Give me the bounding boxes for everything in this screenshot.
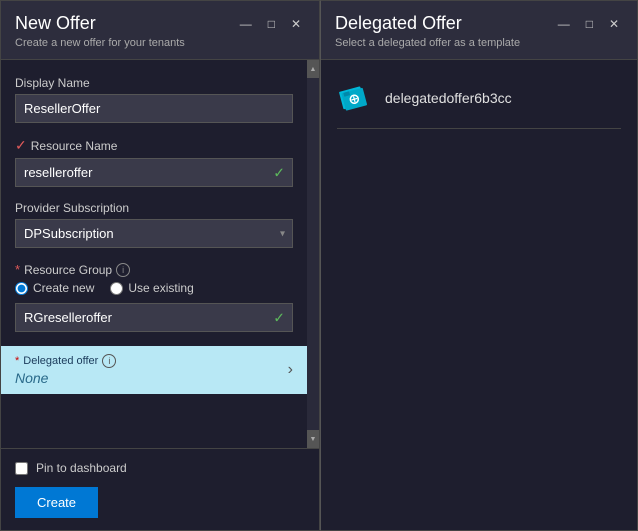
resource-group-radio-group: Create new Use existing (15, 281, 293, 295)
left-panel-subtitle: Create a new offer for your tenants (15, 37, 305, 49)
left-panel-header: New Offer — □ ✕ Create a new offer for y… (1, 1, 319, 60)
offer-icon (337, 80, 373, 116)
right-panel-title-row: Delegated Offer — □ ✕ (335, 13, 623, 34)
resource-name-required: ✓ (15, 137, 27, 154)
resource-group-label: * Resource Group i (15, 262, 293, 277)
delegated-offer-label: * Delegated offer i (15, 354, 116, 368)
right-title-controls: — □ ✕ (554, 16, 623, 32)
resource-name-input-wrapper: ✓ (15, 158, 293, 187)
scroll-track (307, 78, 319, 430)
delegated-offer-left: * Delegated offer i None (15, 354, 116, 386)
offer-item[interactable]: delegatedoffer6b3cc (337, 80, 621, 129)
radio-use-existing[interactable]: Use existing (110, 281, 193, 295)
offer-name: delegatedoffer6b3cc (385, 90, 512, 106)
display-name-group: Display Name (15, 76, 293, 123)
right-minimize-btn[interactable]: — (554, 16, 574, 32)
pin-to-dashboard-row: Pin to dashboard (15, 461, 305, 475)
left-title-controls: — □ ✕ (236, 16, 305, 32)
scroll-up-button[interactable]: ▲ (307, 60, 319, 78)
pin-to-dashboard-label: Pin to dashboard (36, 461, 127, 475)
pin-to-dashboard-checkbox[interactable] (15, 462, 28, 475)
left-scroll-area: Display Name ✓ Resource Name ✓ (1, 60, 319, 448)
provider-subscription-label: Provider Subscription (15, 201, 293, 215)
right-close-btn[interactable]: ✕ (605, 16, 623, 32)
right-maximize-btn[interactable]: □ (582, 16, 597, 32)
resource-group-group: * Resource Group i Create new Use existi… (15, 262, 293, 332)
delegated-offer-panel: Delegated Offer — □ ✕ Select a delegated… (320, 0, 638, 531)
resource-group-input-wrapper: ✓ (15, 303, 293, 332)
resource-name-check-icon: ✓ (273, 164, 285, 181)
display-name-input-wrapper (15, 94, 293, 123)
left-close-btn[interactable]: ✕ (287, 16, 305, 32)
radio-use-existing-input[interactable] (110, 282, 123, 295)
resource-group-required-star: * (15, 262, 20, 277)
delegated-offer-arrow-icon: › (288, 361, 293, 379)
resource-group-input[interactable] (15, 303, 293, 332)
left-maximize-btn[interactable]: □ (264, 16, 279, 32)
scroll-down-button[interactable]: ▼ (307, 430, 319, 448)
resource-name-label: ✓ Resource Name (15, 137, 293, 154)
left-panel-title-row: New Offer — □ ✕ (15, 13, 305, 34)
resource-group-info-icon[interactable]: i (116, 263, 130, 277)
right-panel-subtitle: Select a delegated offer as a template (335, 37, 623, 49)
resource-name-input[interactable] (15, 158, 293, 187)
left-panel-footer: Pin to dashboard Create (1, 448, 319, 530)
left-scroll-content: Display Name ✓ Resource Name ✓ (1, 60, 307, 448)
left-panel-title: New Offer (15, 13, 96, 34)
right-panel-content: delegatedoffer6b3cc (321, 60, 637, 149)
radio-create-new-input[interactable] (15, 282, 28, 295)
new-offer-panel: New Offer — □ ✕ Create a new offer for y… (0, 0, 320, 531)
right-panel-title: Delegated Offer (335, 13, 462, 34)
left-custom-scrollbar: ▲ ▼ (307, 60, 319, 448)
left-minimize-btn[interactable]: — (236, 16, 256, 32)
display-name-label: Display Name (15, 76, 293, 90)
right-panel-header: Delegated Offer — □ ✕ Select a delegated… (321, 1, 637, 60)
delegated-offer-section: * Delegated offer i None › (1, 346, 307, 394)
delegated-offer-value: None (15, 370, 116, 386)
display-name-input[interactable] (15, 94, 293, 123)
create-button[interactable]: Create (15, 487, 98, 518)
offer-icon-container (337, 80, 373, 116)
provider-subscription-select-wrapper: DPSubscription ▾ (15, 219, 293, 248)
delegated-offer-field[interactable]: * Delegated offer i None › (1, 346, 307, 394)
delegated-offer-required-star: * (15, 355, 19, 367)
radio-create-new[interactable]: Create new (15, 281, 94, 295)
provider-subscription-group: Provider Subscription DPSubscription ▾ (15, 201, 293, 248)
resource-group-check-icon: ✓ (273, 309, 285, 326)
provider-subscription-select[interactable]: DPSubscription (15, 219, 293, 248)
resource-name-group: ✓ Resource Name ✓ (15, 137, 293, 187)
delegated-offer-info-icon[interactable]: i (102, 354, 116, 368)
